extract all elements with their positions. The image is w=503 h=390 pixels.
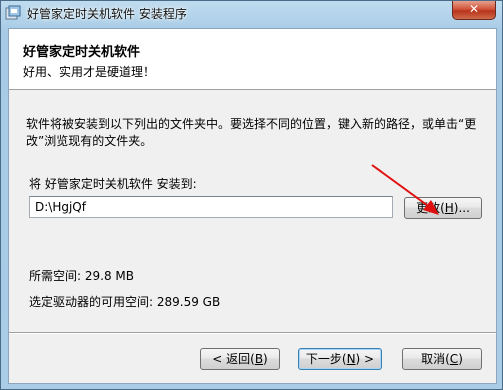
footer-separator	[9, 332, 496, 334]
header-subtitle: 好用、实用才是硬道理！	[23, 65, 156, 79]
space-available-text: 选定驱动器的可用空间: 289.59 GB	[29, 295, 221, 309]
next-button-mnemonic: N	[346, 352, 356, 366]
installer-window: 好管家定时关机软件 安装程序 ✕ 好管家定时关机软件 好用、实用才是硬道理！ 软…	[0, 0, 503, 390]
change-button-suffix: )...	[453, 201, 470, 215]
header-panel: 好管家定时关机软件 好用、实用才是硬道理！	[9, 29, 496, 90]
change-button-mnemonic: H	[444, 201, 454, 215]
cancel-button[interactable]: 取消(C)	[402, 348, 482, 370]
back-button-mnemonic: B	[254, 352, 264, 366]
back-button-label: < 返回(	[212, 352, 255, 366]
next-button-label: 下一步(	[305, 352, 347, 366]
install-description: 软件将被安装到以下列出的文件夹中。要选择不同的位置，键入新的路径，或单击“更改”…	[26, 117, 477, 148]
cancel-button-mnemonic: C	[449, 352, 459, 366]
back-button-suffix: )	[263, 352, 268, 366]
install-path-input[interactable]	[29, 196, 393, 218]
cancel-button-suffix: )	[458, 352, 463, 366]
close-button[interactable]: ✕	[452, 1, 496, 20]
install-location-label: 将 好管家定时关机软件 安装到:	[29, 177, 197, 191]
back-button[interactable]: < 返回(B)	[200, 348, 280, 370]
space-required-text: 所需空间: 29.8 MB	[29, 269, 134, 283]
installer-client-area: 好管家定时关机软件 好用、实用才是硬道理！ 软件将被安装到以下列出的文件夹中。要…	[8, 28, 497, 384]
title-bar[interactable]: 好管家定时关机软件 安装程序 ✕	[1, 1, 502, 27]
close-icon: ✕	[468, 2, 480, 16]
window-title: 好管家定时关机软件 安装程序	[27, 7, 187, 21]
cancel-button-label: 取消(	[421, 352, 450, 366]
next-button-suffix: ) >	[355, 352, 375, 366]
red-arrow-annotation-icon	[371, 164, 439, 215]
next-button[interactable]: 下一步(N) >	[298, 348, 382, 370]
header-title: 好管家定时关机软件	[23, 45, 141, 60]
installer-app-icon	[5, 5, 21, 20]
